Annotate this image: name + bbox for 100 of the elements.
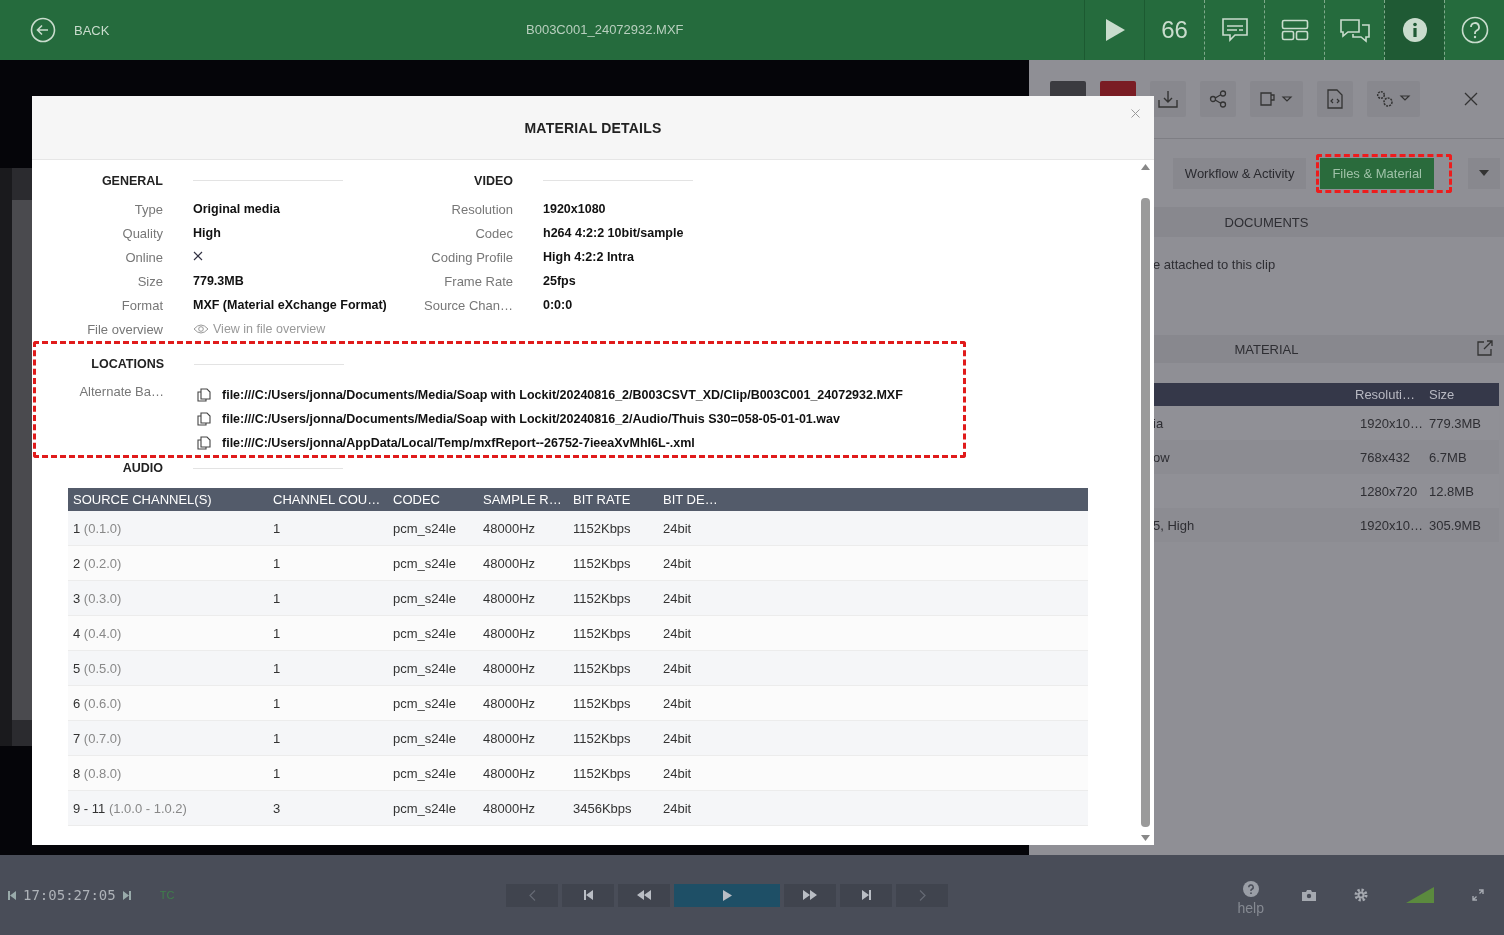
cup-dropdown-button[interactable] xyxy=(1250,81,1303,117)
field-label: Codec xyxy=(474,225,513,241)
skip-forward-icon[interactable] xyxy=(122,890,131,900)
skip-back-icon[interactable] xyxy=(8,890,16,900)
file-title: B003C001_24072932.MXF xyxy=(526,22,684,37)
table-cell-text: 1 xyxy=(272,660,282,676)
dialog-title: MATERIAL DETAILS xyxy=(524,119,662,136)
view-link[interactable]: View in file overview xyxy=(193,322,382,336)
field-label: Quality xyxy=(121,225,163,241)
play-icon xyxy=(722,889,732,901)
table-cell-text: 48000Hz xyxy=(482,625,537,641)
copy-icon[interactable] xyxy=(197,436,211,450)
download-button[interactable] xyxy=(1150,81,1186,117)
table-cell-text: 24bit xyxy=(662,800,693,816)
table-cell-text: 48000Hz xyxy=(482,800,537,816)
section-heading: AUDIO xyxy=(121,461,163,475)
close-icon xyxy=(1464,92,1478,106)
column-header: CHANNEL COU… xyxy=(272,492,382,507)
field-value: High xyxy=(193,226,222,240)
share-icon xyxy=(1209,90,1227,108)
table-cell-text: pcm_s24le xyxy=(392,800,457,816)
table-cell-text: 2 (0.2.0) xyxy=(72,555,123,571)
table-cell-text: 1 xyxy=(272,520,282,536)
table-cell-text: pcm_s24le xyxy=(392,625,457,641)
field-value: 1920x1080 xyxy=(543,202,607,216)
field-label: Online xyxy=(124,249,163,265)
fullscreen-icon[interactable] xyxy=(1472,889,1484,901)
table-cell-text: 48000Hz xyxy=(482,695,537,711)
field-label: Resolution xyxy=(450,201,513,217)
column-header: SAMPLE R… xyxy=(482,492,563,507)
table-cell-text: 779.3MB xyxy=(1428,415,1483,431)
help-icon xyxy=(1460,16,1489,44)
info-button[interactable] xyxy=(1384,0,1444,60)
settings-dropdown-button[interactable] xyxy=(1367,81,1420,117)
field-label: Type xyxy=(133,201,163,217)
field-value: High 4:2:2 Intra xyxy=(543,250,635,264)
table-cell-text: 3 (0.3.0) xyxy=(72,590,123,606)
table-cell-text: 1 xyxy=(272,730,282,746)
file-path: file:///C:/Users/jonna/Documents/Media/Soap with Lockit/20240816_2/Audio/Thuis S30=058-05-01-01.wav xyxy=(222,412,840,426)
table-cell-text: 5 (0.5.0) xyxy=(72,660,123,676)
table-cell-text: 1152Kbps xyxy=(572,695,632,711)
column-header: Resoluti… xyxy=(1355,387,1416,402)
section-title: MATERIAL xyxy=(1234,341,1299,357)
table-cell-text: 48000Hz xyxy=(482,590,537,606)
table-cell-text: 6.7MB xyxy=(1428,449,1468,465)
table-cell-text: 1920x10… xyxy=(1359,517,1424,533)
copy-icon[interactable] xyxy=(197,388,211,402)
column-header: BIT RATE xyxy=(572,492,632,507)
table-cell-text: 3456Kbps xyxy=(572,800,633,816)
table-cell-text: 1152Kbps xyxy=(572,520,632,536)
table-cell-text: 1152Kbps xyxy=(572,555,632,571)
table-cell-text: 1152Kbps xyxy=(572,660,632,676)
column-header: SOURCE CHANNEL(S) xyxy=(72,492,213,507)
table-cell-text: 1 xyxy=(272,765,282,781)
table-cell-text: 12.8MB xyxy=(1428,483,1475,499)
chat-icon xyxy=(1337,17,1372,43)
layout-icon xyxy=(1280,19,1309,41)
skip-start-button[interactable] xyxy=(562,883,614,907)
scroll-up-icon[interactable] xyxy=(1140,164,1150,170)
table-cell-text: 48000Hz xyxy=(482,765,537,781)
table-cell-text: 7 (0.7.0) xyxy=(72,730,123,746)
camera-icon[interactable] xyxy=(1302,889,1316,901)
table-cell-text: 24bit xyxy=(662,555,693,571)
scroll-down-icon[interactable] xyxy=(1140,835,1150,841)
timecode: 17:05:27:05 xyxy=(23,887,116,903)
table-cell-text: 1152Kbps xyxy=(572,730,632,746)
field-value: Original media xyxy=(193,202,281,216)
file-path: file:///C:/Users/jonna/AppData/Local/Temp/mxfReport--26752-7ieeaXvMhI6L-.xml xyxy=(222,436,695,450)
close-icon xyxy=(1131,109,1140,118)
skip-end-button[interactable] xyxy=(840,883,892,907)
settings-icon[interactable] xyxy=(1354,888,1368,902)
table-cell-text: 1152Kbps xyxy=(572,765,632,781)
table-cell: 5, High xyxy=(1153,517,1195,533)
tab[interactable]: Files & Material xyxy=(1320,157,1434,189)
fast-forward-button[interactable] xyxy=(784,883,836,907)
file-path: file:///C:/Users/jonna/Documents/Media/Soap with Lockit/20240816_2/B003CSVT_XD/Clip/B003C001_24072932.MXF xyxy=(222,388,903,402)
column-header: Size xyxy=(1428,387,1456,402)
share-button[interactable] xyxy=(1200,81,1236,117)
volume-meter-icon[interactable] xyxy=(1406,887,1434,903)
cross-icon xyxy=(193,251,203,261)
table-cell-text: 9 - 11 (1.0.0 - 1.0.2) xyxy=(72,800,188,816)
back-button[interactable]: BACK xyxy=(30,17,110,43)
table-cell-text: 24bit xyxy=(662,695,693,711)
section-heading: GENERAL xyxy=(100,173,163,188)
help-icon[interactable] xyxy=(1242,880,1259,897)
table-cell-text: pcm_s24le xyxy=(392,695,457,711)
code-file-button[interactable] xyxy=(1317,81,1353,117)
close-button[interactable] xyxy=(1131,106,1140,115)
download-icon xyxy=(1158,90,1178,108)
column-header: CODEC xyxy=(392,492,441,507)
tab[interactable]: Workflow & Activity xyxy=(1172,157,1307,189)
copy-icon[interactable] xyxy=(197,412,211,426)
external-link-icon[interactable] xyxy=(1477,340,1493,356)
tabs-dropdown-button[interactable] xyxy=(1468,157,1500,189)
table-cell-text: pcm_s24le xyxy=(392,765,457,781)
table-cell-text: 4 (0.4.0) xyxy=(72,625,123,641)
table-cell-text: pcm_s24le xyxy=(392,555,457,571)
rewind-button[interactable] xyxy=(618,883,670,907)
empty-message: e attached to this clip xyxy=(1153,257,1276,272)
close-button[interactable] xyxy=(1464,91,1480,107)
